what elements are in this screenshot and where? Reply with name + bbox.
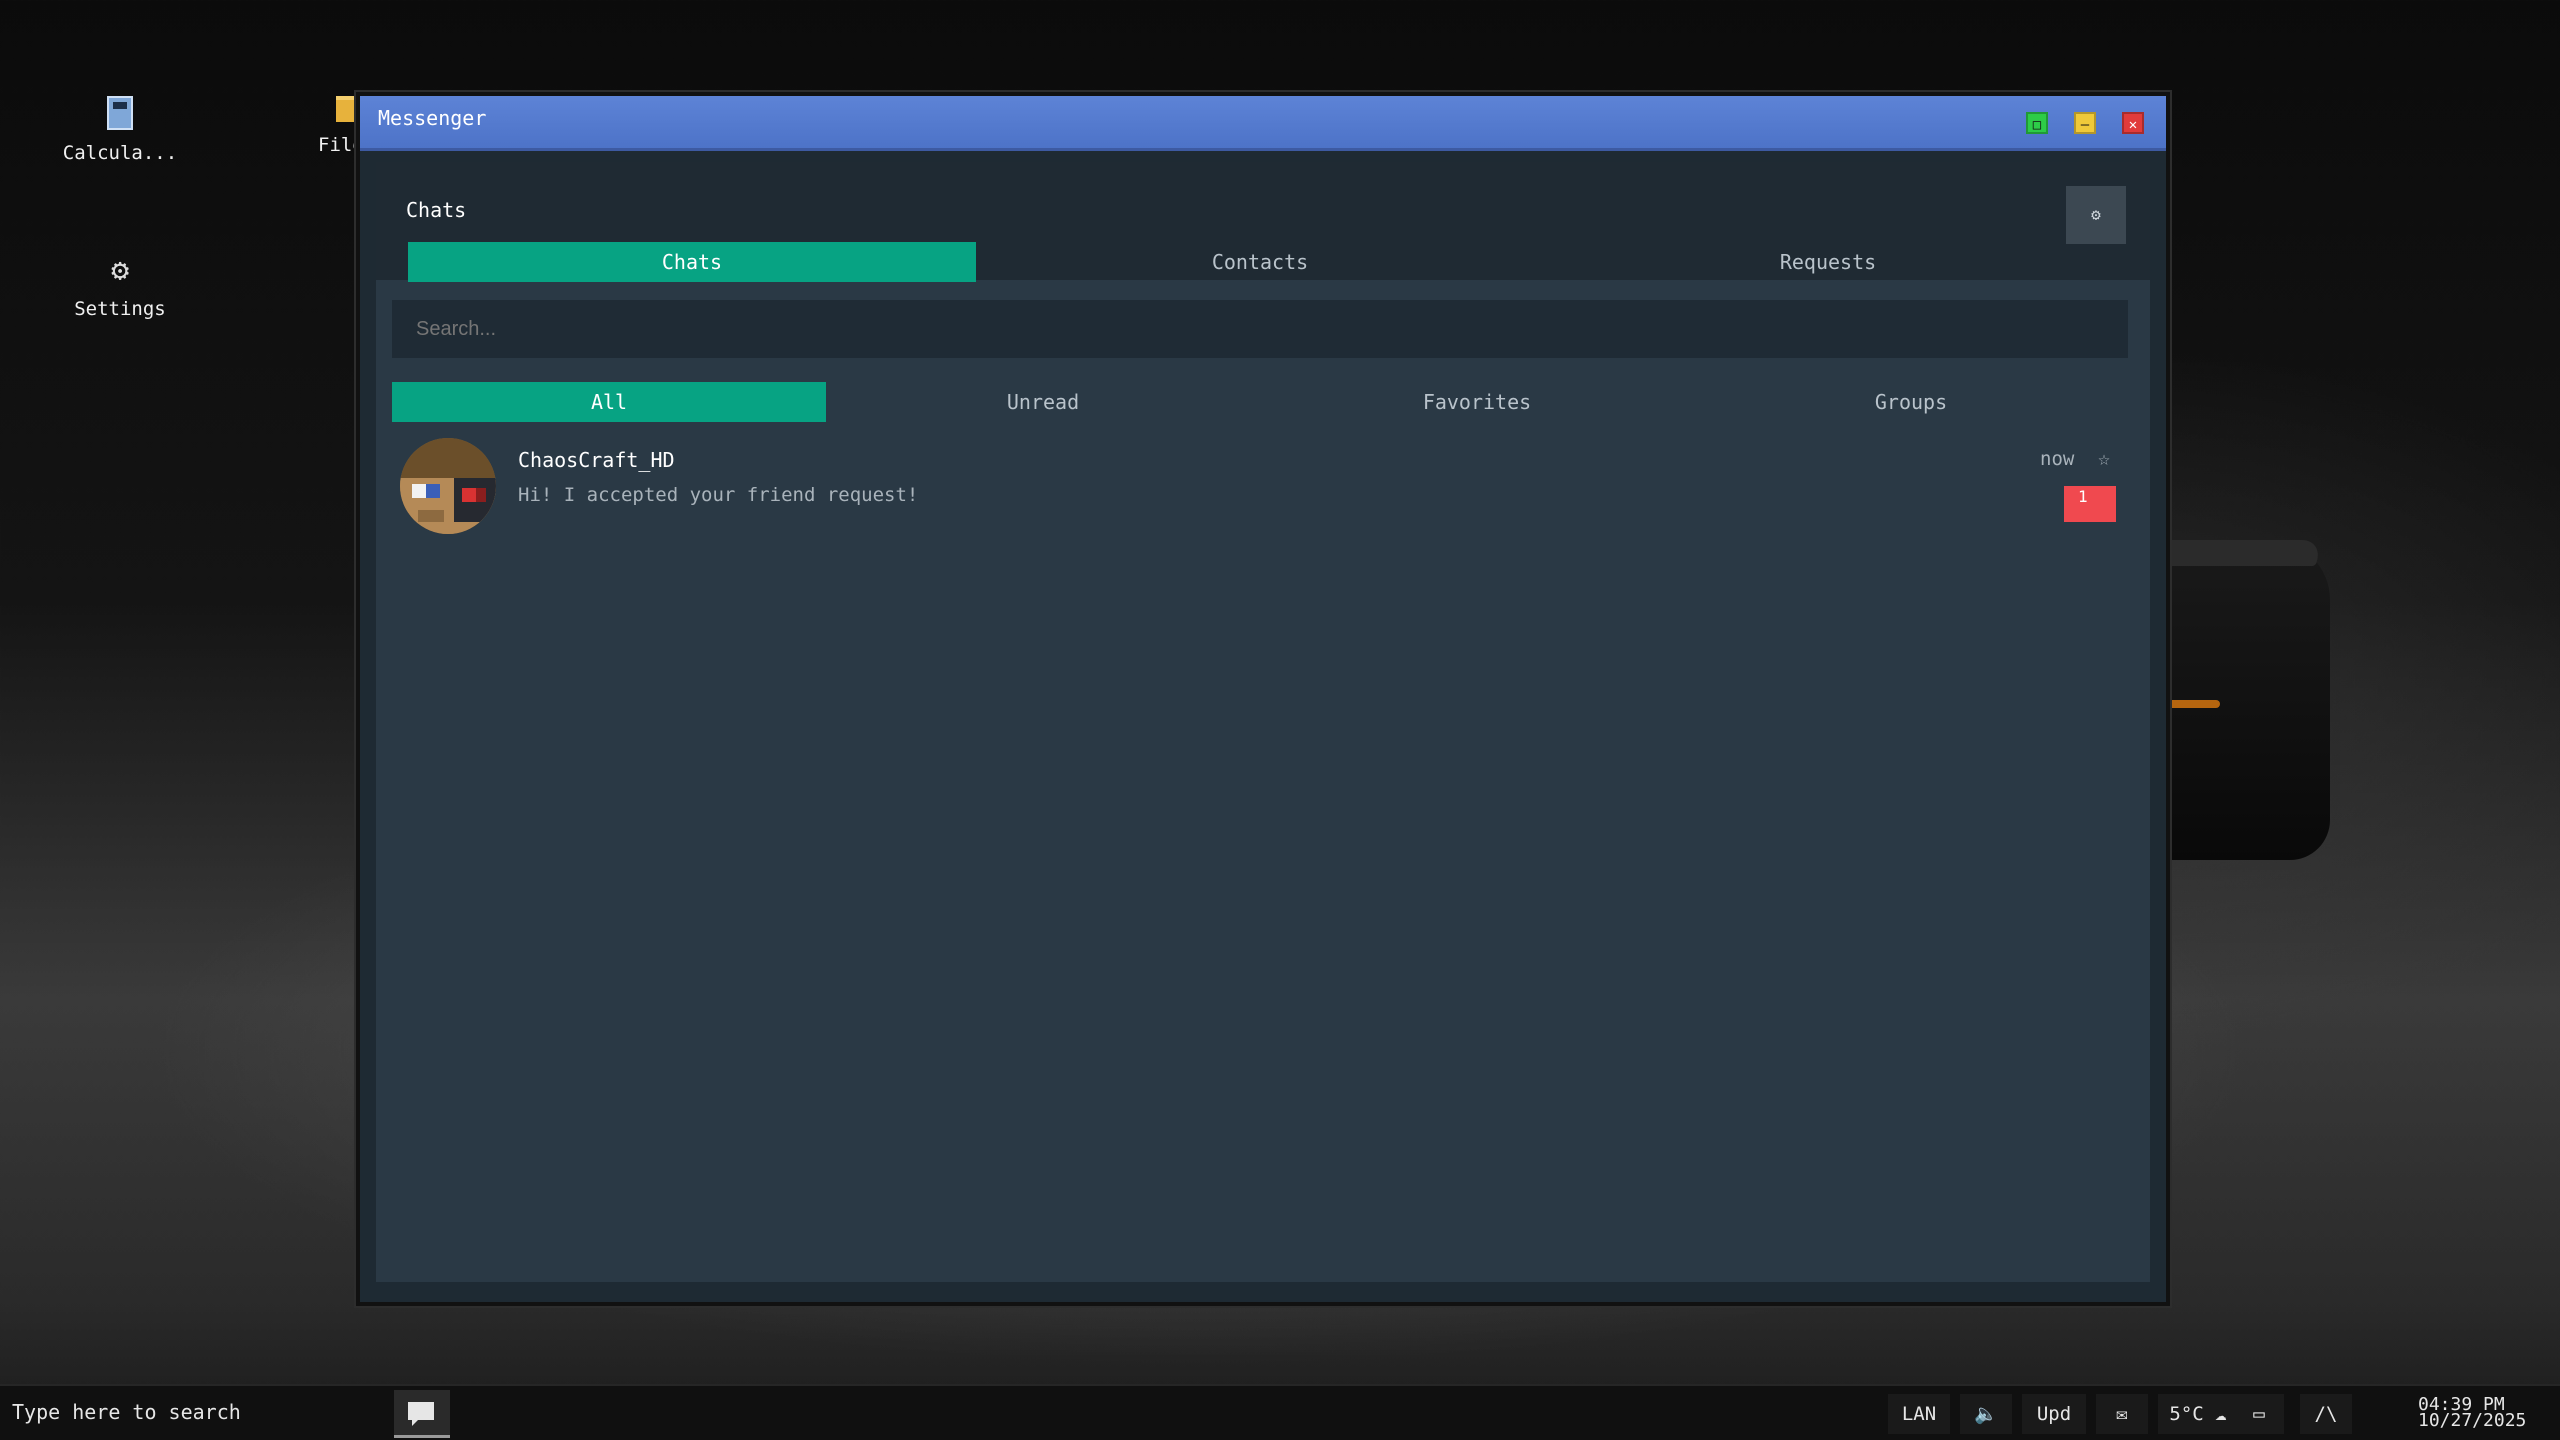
chat-list-item[interactable]: ChaosCraft_HD Hi! I accepted your friend… bbox=[392, 438, 2128, 554]
tab-requests[interactable]: Requests bbox=[1544, 242, 2112, 282]
taskbar-search[interactable]: Type here to search bbox=[12, 1400, 241, 1424]
filter-all[interactable]: All bbox=[392, 382, 826, 422]
window-titlebar[interactable]: Messenger □ — ✕ bbox=[360, 96, 2166, 151]
maximize-button[interactable]: □ bbox=[2026, 112, 2048, 134]
battery-icon: ▭ bbox=[2234, 1394, 2284, 1434]
updates-indicator[interactable]: Upd bbox=[2022, 1394, 2086, 1434]
search-input[interactable] bbox=[392, 300, 2128, 358]
desktop-icon-calculator[interactable]: Calcula... bbox=[40, 96, 200, 164]
tab-chats[interactable]: Chats bbox=[408, 242, 976, 282]
taskbar-app-messenger[interactable] bbox=[394, 1390, 450, 1438]
window-title: Messenger bbox=[378, 106, 487, 130]
network-indicator[interactable]: LAN bbox=[1888, 1394, 1950, 1434]
taskbar: Type here to search LAN 🔈 Upd ✉ 5°C ☁ ▭ … bbox=[0, 1384, 2560, 1440]
calculator-icon bbox=[107, 96, 133, 130]
chat-bubble-icon bbox=[408, 1402, 434, 1426]
minimize-button[interactable]: — bbox=[2074, 112, 2096, 134]
desktop-icon-label: Calcula... bbox=[62, 142, 178, 164]
mail-icon[interactable]: ✉ bbox=[2096, 1394, 2148, 1434]
chat-name: ChaosCraft_HD bbox=[518, 448, 675, 472]
tab-contacts[interactable]: Contacts bbox=[976, 242, 1544, 282]
chevron-up-icon[interactable]: /\ bbox=[2300, 1394, 2352, 1434]
settings-button[interactable]: ⚙ bbox=[2066, 186, 2126, 244]
app-header: Chats ⚙ Chats Contacts Requests bbox=[376, 162, 2150, 282]
filter-groups[interactable]: Groups bbox=[1694, 382, 2128, 422]
star-icon[interactable]: ☆ bbox=[2098, 446, 2110, 470]
close-button[interactable]: ✕ bbox=[2122, 112, 2144, 134]
desktop-icon-files[interactable]: Files bbox=[276, 96, 366, 156]
gear-icon: ⚙ bbox=[2091, 205, 2101, 224]
filter-unread[interactable]: Unread bbox=[826, 382, 1260, 422]
chat-last-message: Hi! I accepted your friend request! bbox=[518, 484, 919, 506]
desktop-icon-label: Settings bbox=[74, 298, 166, 320]
weather-indicator[interactable]: 5°C ☁ bbox=[2158, 1394, 2238, 1434]
unread-badge: 1 bbox=[2064, 486, 2116, 522]
messenger-window: Messenger □ — ✕ Chats ⚙ Chats Contacts R… bbox=[356, 92, 2170, 1306]
clock-date[interactable]: 10/27/2025 bbox=[2418, 1410, 2526, 1431]
avatar bbox=[400, 438, 496, 534]
wallpaper-car-spoiler bbox=[2155, 540, 2325, 566]
page-title: Chats bbox=[406, 198, 467, 222]
chat-timestamp: now bbox=[2040, 448, 2075, 470]
desktop-icon-settings[interactable]: ⚙ Settings bbox=[40, 253, 200, 321]
gear-icon: ⚙ bbox=[110, 253, 130, 288]
filter-favorites[interactable]: Favorites bbox=[1260, 382, 1694, 422]
messenger-app: Chats ⚙ Chats Contacts Requests All Unre… bbox=[376, 162, 2150, 1282]
volume-icon[interactable]: 🔈 bbox=[1960, 1394, 2012, 1434]
